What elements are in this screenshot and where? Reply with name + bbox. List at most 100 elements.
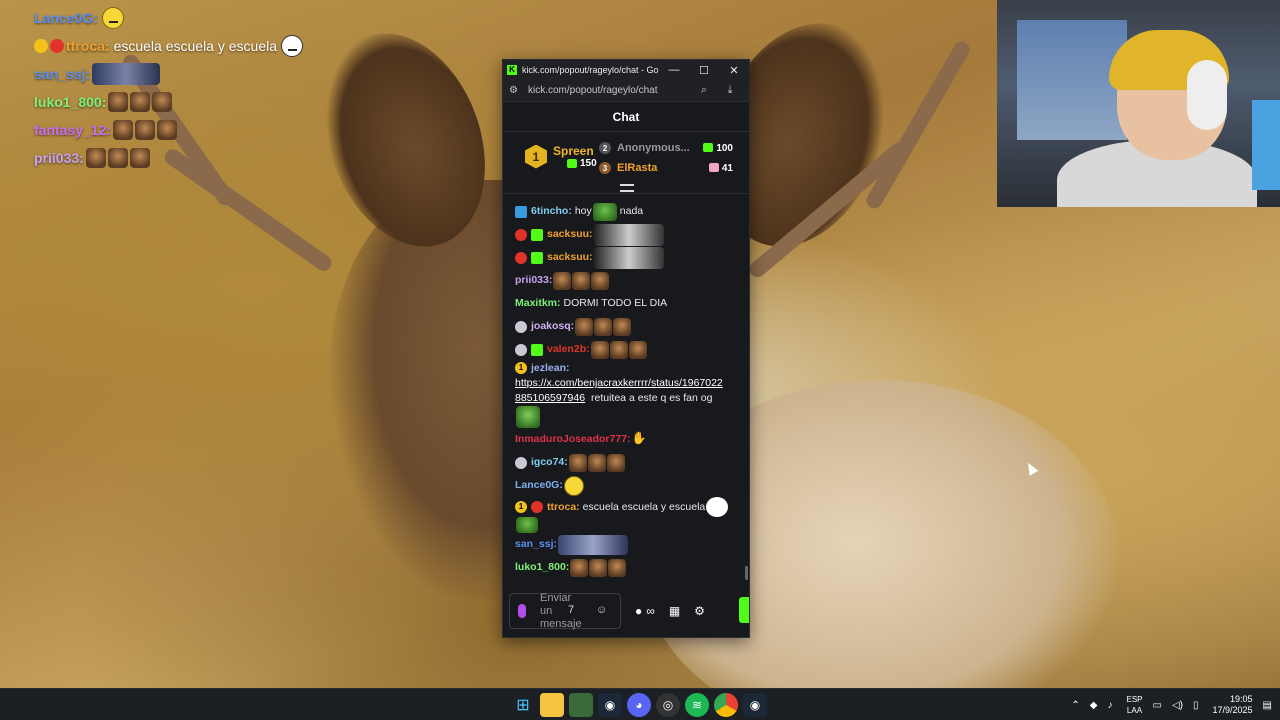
chat-username[interactable]: Maxitkm: bbox=[515, 296, 561, 311]
download-icon[interactable]: ⤓ bbox=[717, 84, 743, 97]
gift-icon bbox=[708, 163, 719, 173]
window-title: kick.com/popout/rageylo/chat - Goog... bbox=[522, 65, 659, 75]
chat-text: hoy bbox=[574, 205, 592, 217]
chat-message: san_ssj: bbox=[515, 533, 737, 556]
image-emote-icon bbox=[593, 223, 664, 246]
overlay-message: luko1_800: bbox=[34, 88, 303, 116]
chat-username[interactable]: Lance0G: bbox=[515, 478, 563, 493]
steam-icon[interactable]: ◉ bbox=[598, 693, 622, 717]
send-button[interactable] bbox=[739, 597, 749, 623]
chat-message: valen2b: bbox=[515, 338, 737, 361]
badge-icon bbox=[515, 456, 527, 469]
collapse-handle-icon[interactable] bbox=[620, 184, 634, 192]
frog-emote-icon bbox=[516, 517, 538, 533]
chat-username[interactable]: san_ssj: bbox=[515, 537, 557, 552]
mic-tray-icon[interactable]: ♪ bbox=[1107, 700, 1112, 711]
hands-emote-icon bbox=[632, 431, 650, 449]
chat-message: 1 ttroca: escuela escuela y escuela bbox=[515, 497, 737, 533]
chat-username[interactable]: InmaduroJoseador777: bbox=[515, 432, 631, 447]
battery-icon[interactable]: ▯ bbox=[1193, 700, 1199, 711]
monkey-emote-icon bbox=[135, 120, 156, 140]
monkey-emote-icon bbox=[628, 340, 647, 359]
chat-message: luko1_800: bbox=[515, 556, 737, 579]
chat-link[interactable]: https://x.com/benjacraxkerrrr/status/196… bbox=[515, 377, 723, 389]
chat-username[interactable]: sacksuu: bbox=[547, 250, 593, 265]
webcam-feed bbox=[997, 0, 1280, 207]
app-icon[interactable] bbox=[569, 693, 593, 717]
overlay-text: escuela escuela y escuela bbox=[113, 38, 277, 54]
volume-icon[interactable]: ◁) bbox=[1172, 700, 1183, 711]
chat-scrollbar[interactable] bbox=[745, 566, 748, 580]
leaderboard-second-name: Anonymous... bbox=[617, 142, 690, 154]
monkey-emote-icon bbox=[568, 453, 587, 472]
infinity-icon[interactable]: ∞ bbox=[646, 604, 655, 618]
chat-username[interactable]: luko1_800: bbox=[515, 560, 569, 575]
overlay-message: Lance0G: bbox=[34, 4, 303, 32]
zoom-icon[interactable]: ⌕ bbox=[691, 84, 717, 97]
start-windows-icon[interactable]: ⊞ bbox=[511, 693, 535, 717]
emoji-picker-icon[interactable]: ☺ bbox=[596, 604, 607, 616]
close-button[interactable]: ✕ bbox=[719, 64, 749, 77]
leaderboard-first[interactable]: 1 Spreen 150 bbox=[525, 144, 597, 169]
settings-gear-icon[interactable]: ⚙ bbox=[694, 604, 705, 618]
rank-3-badge-icon: 3 bbox=[599, 162, 611, 174]
red-badge-icon bbox=[50, 39, 64, 53]
security-icon[interactable]: ◆ bbox=[1090, 700, 1098, 711]
obs-icon[interactable]: ◎ bbox=[656, 693, 680, 717]
leaderboard-third[interactable]: 3 ElRasta 41 bbox=[599, 162, 733, 174]
emote-picker-7tv-icon[interactable]: 7 bbox=[568, 604, 574, 616]
chat-username[interactable]: sacksuu: bbox=[547, 227, 593, 242]
chat-text: escuela escuela y escuela bbox=[582, 500, 706, 513]
spotify-icon[interactable]: ≋ bbox=[685, 693, 709, 717]
chat-message: prii033: bbox=[515, 269, 737, 292]
smiley-emote-icon bbox=[563, 475, 584, 496]
kicks-icon[interactable]: ● bbox=[635, 604, 642, 618]
language-indicator[interactable]: ESP LAA bbox=[1126, 694, 1142, 716]
steam-icon[interactable]: ◉ bbox=[743, 693, 767, 717]
leaderboard-second[interactable]: 2 Anonymous... 100 bbox=[599, 142, 733, 154]
sub-badge-icon bbox=[531, 251, 543, 264]
network-icon[interactable]: ▭ bbox=[1153, 700, 1162, 711]
url-text[interactable]: kick.com/popout/rageylo/chat bbox=[528, 85, 691, 96]
chat-text: DORMI TODO EL DIA bbox=[563, 297, 668, 309]
chat-username[interactable]: igco74: bbox=[531, 455, 568, 470]
chat-username[interactable]: jezlean: bbox=[531, 362, 570, 374]
leaderboard-second-count: 100 bbox=[716, 142, 733, 154]
language-top: ESP bbox=[1126, 695, 1143, 704]
chat-text: nada bbox=[619, 205, 644, 217]
clock[interactable]: 19:05 17/9/2025 bbox=[1213, 694, 1253, 716]
windows-taskbar: ⊞ ◉ ◕ ◎ ≋ ◉ ⌃ ◆ ♪ ESP LAA ▭ ◁) ▯ 19:05 1… bbox=[0, 688, 1280, 720]
chat-username[interactable]: ttroca: bbox=[547, 500, 580, 515]
chevron-up-icon[interactable]: ⌃ bbox=[1071, 700, 1079, 711]
minimize-button[interactable]: — bbox=[659, 64, 689, 76]
gift-icon bbox=[567, 158, 577, 168]
file-explorer-icon[interactable] bbox=[540, 693, 564, 717]
maximize-button[interactable]: ☐ bbox=[689, 64, 719, 77]
frog-emote-icon bbox=[592, 202, 617, 221]
gift-icon bbox=[703, 143, 714, 153]
troll-emote-icon bbox=[281, 35, 303, 57]
troll-emote-icon bbox=[706, 497, 729, 517]
monkey-emote-icon bbox=[113, 120, 134, 140]
chat-link[interactable]: 885106597946 bbox=[515, 392, 585, 404]
window-titlebar[interactable]: K kick.com/popout/rageylo/chat - Goog...… bbox=[503, 60, 749, 80]
chat-input[interactable]: Enviar un mensaje 7 ☺ bbox=[509, 592, 621, 630]
mic-icon[interactable] bbox=[518, 604, 526, 618]
chat-username[interactable]: prii033: bbox=[515, 273, 552, 288]
chat-username[interactable]: valen2b: bbox=[547, 342, 590, 357]
discord-icon[interactable]: ◕ bbox=[627, 693, 651, 717]
overlay-message: prii033: bbox=[34, 144, 303, 172]
notification-icon[interactable]: ▤ bbox=[1263, 700, 1272, 711]
chrome-icon[interactable] bbox=[714, 693, 738, 717]
chat-username[interactable]: 6tincho: bbox=[531, 204, 572, 219]
monkey-emote-icon bbox=[85, 148, 106, 168]
monkey-emote-icon bbox=[575, 317, 594, 336]
address-bar[interactable]: ⚙ kick.com/popout/rageylo/chat ⌕ ⤓ bbox=[503, 80, 749, 102]
monkey-emote-icon bbox=[572, 271, 591, 290]
chat-username[interactable]: joakosq: bbox=[531, 319, 574, 334]
overlay-message: san_ssj: bbox=[34, 60, 303, 88]
overlay-username: ttroca: bbox=[66, 38, 110, 54]
store-icon[interactable]: ▦ bbox=[669, 604, 680, 618]
badge-icon bbox=[515, 228, 527, 241]
site-settings-icon[interactable]: ⚙ bbox=[509, 85, 518, 96]
